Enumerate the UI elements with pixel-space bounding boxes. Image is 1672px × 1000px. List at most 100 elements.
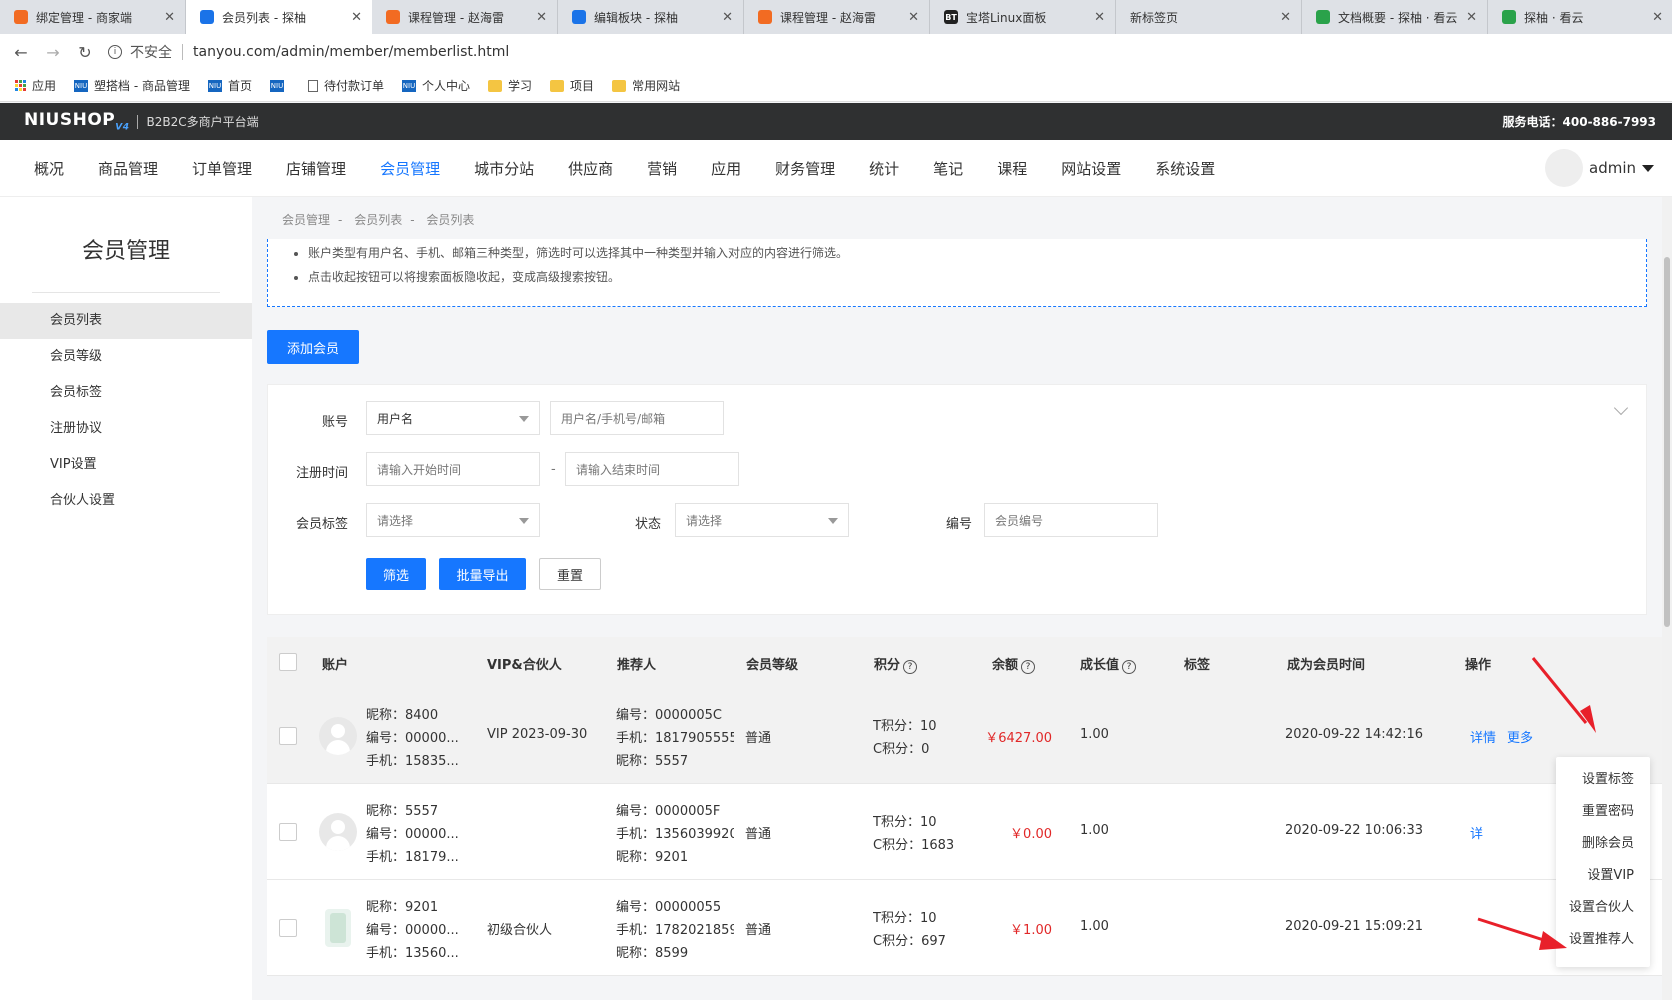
- niu-icon: NIU: [74, 79, 89, 92]
- bookmark-item[interactable]: 学习: [488, 77, 532, 94]
- member-no-input[interactable]: 会员编号: [984, 503, 1158, 537]
- forward-icon[interactable]: →: [42, 41, 64, 63]
- user-menu[interactable]: admin: [1545, 149, 1654, 187]
- chevron-down-icon[interactable]: [1613, 400, 1629, 416]
- account-input[interactable]: 用户名/手机号/邮箱: [550, 401, 724, 435]
- row-checkbox[interactable]: [279, 823, 297, 841]
- breadcrumb-item[interactable]: 会员列表: [354, 213, 402, 227]
- breadcrumb-item[interactable]: 会员管理: [282, 213, 330, 227]
- sidebar-item[interactable]: 注册协议: [0, 411, 252, 447]
- caret-down-icon: [1642, 164, 1654, 172]
- nav-item[interactable]: 网站设置: [1061, 158, 1121, 179]
- bookmark-item[interactable]: 应用: [14, 77, 56, 94]
- url-field[interactable]: i 不安全 tanyou.com/admin/member/memberlist…: [108, 42, 509, 62]
- folder-icon: [550, 79, 565, 92]
- sidebar-item[interactable]: 会员列表: [0, 303, 252, 339]
- nav-item[interactable]: 笔记: [933, 158, 963, 179]
- bookmark-item[interactable]: 常用网站: [612, 77, 680, 94]
- reload-icon[interactable]: ↻: [74, 41, 96, 63]
- more-menu-item[interactable]: 设置推荐人: [1556, 924, 1650, 956]
- sidebar-item[interactable]: 会员标签: [0, 375, 252, 411]
- nav-item[interactable]: 商品管理: [98, 158, 158, 179]
- bookmark-item[interactable]: 项目: [550, 77, 594, 94]
- browser-tab[interactable]: BT 宝塔Linux面板 ✕: [930, 0, 1116, 34]
- help-icon[interactable]: ?: [1122, 660, 1137, 674]
- end-time-input[interactable]: 请输入结束时间: [565, 452, 739, 486]
- close-tab-icon[interactable]: ✕: [1466, 10, 1477, 25]
- nav-item[interactable]: 订单管理: [192, 158, 252, 179]
- nav-item[interactable]: 系统设置: [1155, 158, 1215, 179]
- back-icon[interactable]: ←: [10, 41, 32, 63]
- nav-item[interactable]: 财务管理: [775, 158, 835, 179]
- help-icon[interactable]: ?: [1021, 660, 1036, 674]
- referrer-no: 编号：0000005F: [616, 804, 721, 819]
- close-tab-icon[interactable]: ✕: [722, 10, 733, 25]
- sidebar-item[interactable]: VIP设置: [0, 447, 252, 483]
- tab-favicon-icon: [572, 10, 586, 24]
- browser-tab[interactable]: 编辑板块 - 探柚 ✕: [558, 0, 744, 34]
- bookmark-item[interactable]: NIU 塑搭档 - 商品管理: [74, 77, 190, 94]
- batch-export-button[interactable]: 批量导出: [439, 558, 526, 590]
- niushop-logo[interactable]: NIUSHOPV4: [24, 110, 129, 132]
- close-tab-icon[interactable]: ✕: [1094, 10, 1105, 25]
- close-tab-icon[interactable]: ✕: [351, 10, 362, 25]
- detail-link[interactable]: 详: [1470, 823, 1483, 842]
- tab-favicon-icon: [1316, 10, 1330, 24]
- nav-item[interactable]: 概况: [34, 158, 64, 179]
- close-tab-icon[interactable]: ✕: [1652, 10, 1663, 25]
- nav-item[interactable]: 课程: [997, 158, 1027, 179]
- member-tag-select[interactable]: 请选择: [366, 503, 540, 537]
- browser-tab[interactable]: 新标签页 ✕: [1116, 0, 1302, 34]
- close-tab-icon[interactable]: ✕: [164, 10, 175, 25]
- browser-tab[interactable]: 绑定管理 - 商家端 ✕: [0, 0, 186, 34]
- breadcrumb-item: 会员列表: [426, 213, 475, 227]
- table-row: 昵称：5557 编号：00000... 手机：18179... 编号：0000005F…: [267, 784, 1662, 880]
- more-menu-item[interactable]: 设置VIP: [1556, 860, 1650, 892]
- browser-tab[interactable]: 文档概要 - 探柚 · 看云 ✕: [1302, 0, 1488, 34]
- bookmark-item[interactable]: 待付款订单: [308, 77, 384, 94]
- nav-item[interactable]: 店铺管理: [286, 158, 346, 179]
- browser-tab[interactable]: 探柚 · 看云 ✕: [1488, 0, 1672, 34]
- browser-tab[interactable]: 会员列表 - 探柚 ✕: [186, 0, 372, 34]
- more-menu-item[interactable]: 重置密码: [1556, 796, 1650, 828]
- browser-tab[interactable]: 课程管理 - 赵海雷 ✕: [744, 0, 930, 34]
- bookmark-item[interactable]: NIU 首页: [207, 77, 252, 94]
- browser-tab[interactable]: 课程管理 - 赵海雷 ✕: [372, 0, 558, 34]
- filter-button[interactable]: 筛选: [366, 558, 426, 590]
- help-icon[interactable]: ?: [903, 660, 918, 674]
- nav-item[interactable]: 供应商: [568, 158, 613, 179]
- close-tab-icon[interactable]: ✕: [536, 10, 547, 25]
- bookmark-item[interactable]: NIU: [270, 79, 290, 92]
- nav-item[interactable]: 统计: [869, 158, 899, 179]
- scrollbar-thumb[interactable]: [1664, 257, 1670, 627]
- nav-item[interactable]: 城市分站: [474, 158, 534, 179]
- bookmark-label: 学习: [508, 79, 533, 93]
- nav-item[interactable]: 营销: [647, 158, 677, 179]
- add-member-button[interactable]: 添加会员: [267, 330, 359, 364]
- row-checkbox[interactable]: [279, 727, 297, 745]
- account-type-select[interactable]: 用户名: [366, 401, 540, 435]
- folder-icon: [488, 79, 503, 92]
- page-scrollbar[interactable]: [1662, 197, 1672, 1000]
- info-icon[interactable]: i: [108, 45, 122, 59]
- more-link[interactable]: 更多: [1507, 727, 1533, 746]
- more-menu-item[interactable]: 设置合伙人: [1556, 892, 1650, 924]
- close-tab-icon[interactable]: ✕: [908, 10, 919, 25]
- select-all-checkbox[interactable]: [279, 653, 297, 671]
- more-menu-item[interactable]: 设置标签: [1556, 764, 1650, 796]
- reset-button[interactable]: 重置: [539, 558, 601, 590]
- start-time-input[interactable]: 请输入开始时间: [366, 452, 540, 486]
- more-menu-item[interactable]: 删除会员: [1556, 828, 1650, 860]
- detail-link[interactable]: 详情: [1470, 727, 1496, 746]
- nav-item[interactable]: 会员管理: [380, 158, 440, 179]
- row-checkbox[interactable]: [279, 919, 297, 937]
- sidebar-item[interactable]: 合伙人设置: [0, 483, 252, 519]
- status-select[interactable]: 请选择: [675, 503, 849, 537]
- close-tab-icon[interactable]: ✕: [1280, 10, 1291, 25]
- url-text[interactable]: tanyou.com/admin/member/memberlist.html: [193, 44, 509, 60]
- sidebar: 会员管理 会员列表 会员等级 会员标签 注册协议 VIP设置 合伙人设置: [0, 197, 252, 1000]
- tip-text: 点击收起按钮可以将搜索面板隐收起，变成高级搜索按钮。: [308, 265, 1646, 289]
- nav-item[interactable]: 应用: [711, 158, 741, 179]
- bookmark-item[interactable]: NIU 个人中心: [402, 77, 470, 94]
- sidebar-item[interactable]: 会员等级: [0, 339, 252, 375]
